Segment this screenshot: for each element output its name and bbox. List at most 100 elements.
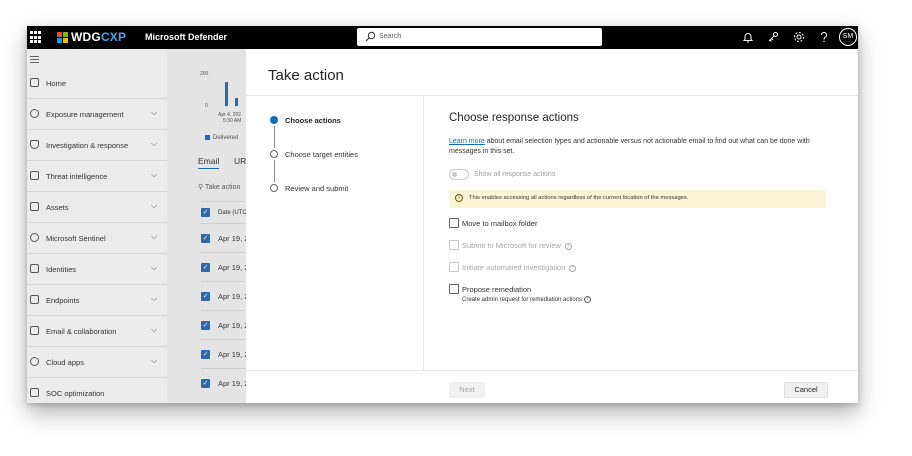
sidebar-item-label: Threat intelligence <box>46 172 108 181</box>
table-row[interactable]: ✓ Apr 19, 2 <box>201 281 247 310</box>
soc-icon <box>30 388 39 397</box>
help-icon[interactable] <box>817 30 831 44</box>
row-date: Apr 19, 2 <box>218 292 247 301</box>
cloud-icon <box>30 357 39 366</box>
sidebar-item-label: Cloud apps <box>46 358 84 367</box>
avatar[interactable]: SM <box>839 28 857 46</box>
background-content: 200 0 Apr 4, 202 5:30 AM Delivered Email… <box>167 49 247 403</box>
connect-icon[interactable] <box>766 30 780 44</box>
book-icon <box>30 171 39 180</box>
divider <box>246 370 858 371</box>
tab-email[interactable]: Email <box>198 156 220 169</box>
option-label: Initiate automated investigation i <box>462 263 577 272</box>
hamburger-icon[interactable] <box>30 56 39 65</box>
sidebar-item-label: Home <box>46 79 67 88</box>
info-icon[interactable]: i <box>564 243 572 250</box>
row-date: Apr 19, 2 <box>218 379 247 388</box>
sidebar-item-label: Identities <box>46 265 77 274</box>
table-row[interactable]: ✓ Apr 19, 2 <box>201 252 247 281</box>
gear-icon[interactable] <box>792 30 806 44</box>
step-indicator <box>270 150 278 158</box>
waffle-icon[interactable] <box>30 31 43 44</box>
chart-y-tick: 0 <box>205 103 208 109</box>
sidebar-item-label: Endpoints <box>46 296 80 305</box>
identity-icon <box>30 264 39 273</box>
checkbox[interactable] <box>449 218 459 228</box>
take-action-panel: Take action Choose actions Choose target… <box>246 49 858 403</box>
select-all-checkbox[interactable]: ✓ <box>201 208 210 217</box>
sidebar-item-identities[interactable]: Identities ⌵ <box>27 254 167 285</box>
sidebar-item-endpoints[interactable]: Endpoints ⌵ <box>27 285 167 316</box>
sidebar-item-label: Email & collaboration <box>46 327 117 336</box>
section-description: Learn more about email selection types a… <box>449 137 834 157</box>
section-title: Choose response actions <box>449 112 579 124</box>
brand-name[interactable]: WDGCXP <box>71 30 126 44</box>
panel-title: Take action <box>268 67 344 84</box>
row-checkbox[interactable]: ✓ <box>201 263 210 272</box>
info-banner: i This enables accessing all actions reg… <box>449 190 826 208</box>
option-sublabel: Create admin request for remediation act… <box>462 296 592 303</box>
chevron-down-icon: ⌵ <box>151 170 158 179</box>
chevron-down-icon: ⌵ <box>151 139 158 148</box>
sidebar-item-soc-optimization[interactable]: SOC optimization <box>27 378 167 403</box>
column-header-date: Date (UTC <box>218 210 247 216</box>
row-date: Apr 19, 2 <box>218 321 247 330</box>
step-label: Choose target entities <box>285 150 358 159</box>
sidebar-item-exposure-management[interactable]: Exposure management ⌵ <box>27 99 167 130</box>
table-row[interactable]: ✓ Apr 19, 2 <box>201 339 247 368</box>
search-placeholder: Search <box>379 33 402 40</box>
sidebar-item-label: SOC optimization <box>46 389 105 398</box>
sidebar-item-assets[interactable]: Assets ⌵ <box>27 192 167 223</box>
legend-label: Delivered <box>213 135 239 141</box>
info-icon: i <box>455 194 463 202</box>
step-connector <box>274 126 275 148</box>
home-icon <box>30 78 39 87</box>
endpoint-icon <box>30 295 39 304</box>
row-date: Apr 19, 2 <box>218 234 247 243</box>
option-label: Move to mailbox folder <box>462 219 538 228</box>
sidebar-item-threat-intelligence[interactable]: Threat intelligence ⌵ <box>27 161 167 192</box>
sidebar-item-home[interactable]: Home <box>27 68 167 99</box>
table-row[interactable]: ✓ Apr 19, 2 <box>201 368 247 397</box>
table-row[interactable]: ✓ Apr 19, 2 <box>201 310 247 339</box>
info-icon[interactable]: i <box>584 296 592 303</box>
show-all-actions-toggle[interactable] <box>449 169 469 180</box>
sidebar: Home Exposure management ⌵ Investigation… <box>27 49 167 403</box>
checkbox[interactable] <box>449 284 459 294</box>
sidebar-item-label: Microsoft Sentinel <box>46 234 106 243</box>
divider <box>246 95 858 96</box>
next-button[interactable]: Next <box>449 382 485 398</box>
row-checkbox[interactable]: ✓ <box>201 350 210 359</box>
sidebar-item-email-collaboration[interactable]: Email & collaboration ⌵ <box>27 316 167 347</box>
sidebar-item-cloud-apps[interactable]: Cloud apps ⌵ <box>27 347 167 378</box>
learn-more-link[interactable]: Learn more <box>449 138 485 145</box>
chart-bar <box>235 98 238 106</box>
take-action-link[interactable]: ⚲ Take action <box>198 183 240 191</box>
table-row[interactable]: ✓ Apr 19, 2 <box>201 223 247 252</box>
step-indicator-active <box>270 116 278 124</box>
row-date: Apr 19, 2 <box>218 263 247 272</box>
bell-icon[interactable] <box>741 30 755 44</box>
chevron-down-icon: ⌵ <box>151 356 158 365</box>
option-label: Propose remediation <box>462 285 532 294</box>
chart-x-tick: 5:30 AM <box>223 118 242 124</box>
row-checkbox[interactable]: ✓ <box>201 292 210 301</box>
search-icon <box>365 31 376 42</box>
info-icon[interactable]: i <box>569 265 577 272</box>
product-name: Microsoft Defender <box>145 32 228 42</box>
row-checkbox[interactable]: ✓ <box>201 234 210 243</box>
step-label: Choose actions <box>285 116 341 125</box>
search-input[interactable]: Search <box>357 28 602 46</box>
row-checkbox[interactable]: ✓ <box>201 321 210 330</box>
sidebar-item-label: Exposure management <box>46 110 124 119</box>
chart-y-tick: 200 <box>200 71 209 77</box>
row-checkbox[interactable]: ✓ <box>201 379 210 388</box>
table-header: ✓ Date (UTC <box>201 201 247 223</box>
cancel-button[interactable]: Cancel <box>784 382 828 398</box>
legend-swatch <box>205 135 210 140</box>
sidebar-item-microsoft-sentinel[interactable]: Microsoft Sentinel ⌵ <box>27 223 167 254</box>
assets-icon <box>30 202 39 211</box>
exposure-icon <box>30 109 39 118</box>
sidebar-item-investigation-response[interactable]: Investigation & response ⌵ <box>27 130 167 161</box>
shield-icon <box>30 140 39 149</box>
